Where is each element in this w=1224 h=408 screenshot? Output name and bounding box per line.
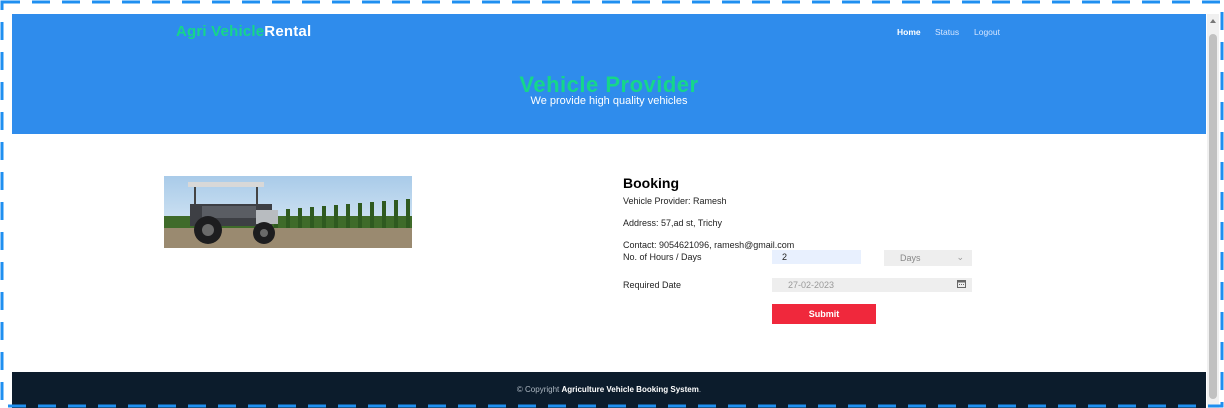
nav-status-link[interactable]: Status [935,27,959,37]
provider-name: Vehicle Provider: Ramesh [623,196,727,206]
date-input-value: 27-02-2023 [788,280,835,290]
scrollbar-thumb[interactable] [1209,34,1217,399]
footer-prefix: © Copyright [516,385,562,394]
date-input[interactable]: 27-02-2023 [772,278,972,292]
calendar-icon[interactable] [957,280,966,288]
date-label: Required Date [623,280,682,290]
footer-copyright: © Copyright Agriculture Vehicle Booking … [12,385,1206,394]
provider-address: Address: 57,ad st, Trichy [623,218,723,228]
scroll-up-arrow-icon[interactable] [1210,19,1216,23]
brand-logo[interactable]: Agri VehicleRental [176,23,311,40]
hours-input[interactable] [772,250,861,264]
unit-select[interactable]: Days ⌄ [884,250,972,266]
hero-banner: Agri VehicleRental Home Status Logout Ve… [12,14,1206,134]
nav-logout-link[interactable]: Logout [974,27,1000,37]
page: Agri VehicleRental Home Status Logout Ve… [12,14,1206,408]
provider-contact: Contact: 9054621096, ramesh@gmail.com [623,240,795,250]
brand-part-1: Agri Vehicle [176,23,265,40]
hours-label: No. of Hours / Days [623,252,702,262]
brand-part-2: Rental [264,23,312,40]
booking-heading: Booking [623,175,679,191]
footer-suffix: . [698,385,702,394]
vertical-scrollbar[interactable] [1207,14,1219,408]
hero-subtitle: We provide high quality vehicles [530,95,688,107]
submit-button[interactable]: Submit [772,304,876,324]
vehicle-image [164,176,412,248]
footer: © Copyright Agriculture Vehicle Booking … [12,372,1206,408]
nav-home-link[interactable]: Home [897,27,921,37]
footer-site-name: Agriculture Vehicle Booking System [561,385,699,394]
unit-select-value: Days [900,253,921,263]
chevron-down-icon: ⌄ [956,252,964,262]
